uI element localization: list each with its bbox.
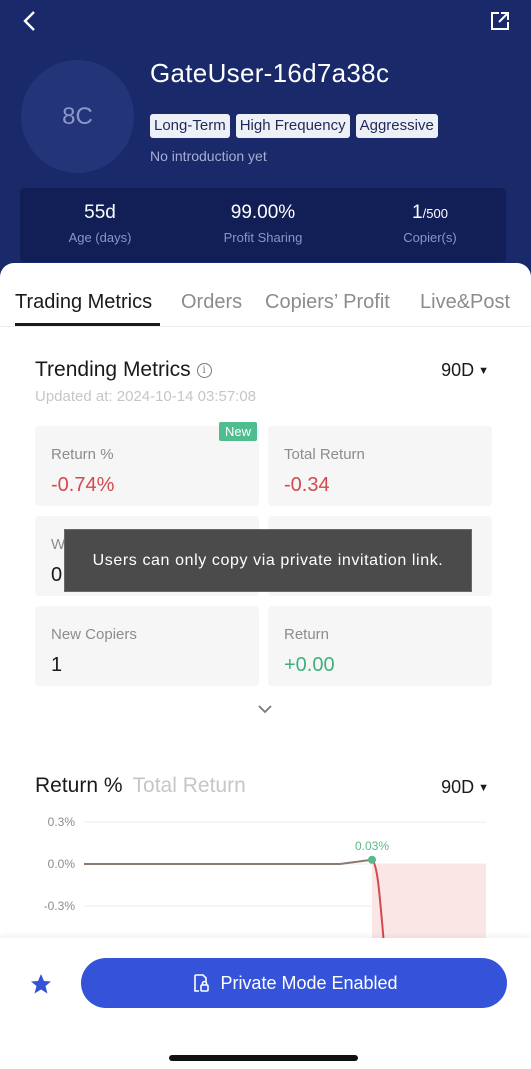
trending-metrics-heading: Trending Metrics i bbox=[35, 358, 212, 382]
private-mode-button[interactable]: Private Mode Enabled bbox=[81, 958, 507, 1008]
caret-down-icon: ▼ bbox=[478, 781, 489, 794]
tab-copiers-profit[interactable]: Copiers’ Profit bbox=[265, 291, 390, 314]
trending-metrics-title: Trending Metrics bbox=[35, 358, 191, 381]
chart-tab-return-pct[interactable]: Return % bbox=[35, 774, 123, 798]
back-icon[interactable] bbox=[14, 6, 44, 36]
stat-copiers-value: 1/500 bbox=[412, 202, 448, 223]
tab-live-post[interactable]: Live&Post bbox=[420, 291, 510, 314]
chart-tab-bar: Return % Total Return bbox=[35, 774, 246, 798]
username: GateUser-16d7a38c bbox=[150, 58, 390, 88]
tag-high-frequency: High Frequency bbox=[235, 114, 350, 138]
chart-period-selector[interactable]: 90D ▼ bbox=[441, 777, 489, 798]
document-lock-icon bbox=[194, 974, 210, 992]
tag-long-term: Long-Term bbox=[150, 114, 230, 138]
metrics-period-value: 90D bbox=[441, 360, 475, 380]
metric-value: +0.00 bbox=[284, 654, 335, 676]
active-tab-indicator bbox=[15, 323, 160, 326]
home-indicator bbox=[169, 1055, 358, 1061]
info-icon[interactable]: i bbox=[196, 362, 212, 378]
stat-profit-sharing-label: Profit Sharing bbox=[223, 230, 303, 245]
metric-label: New Copiers bbox=[51, 626, 137, 643]
chart-tab-total-return[interactable]: Total Return bbox=[133, 774, 246, 798]
metric-card-return: Return +0.00 bbox=[268, 606, 492, 686]
stat-age-value: 55d bbox=[84, 202, 116, 223]
metric-card-total-return: Total Return -0.34 bbox=[268, 426, 492, 506]
stat-copiers-label: Copier(s) bbox=[403, 230, 457, 245]
updated-timestamp: Updated at: 2024-10-14 03:57:08 bbox=[35, 388, 257, 405]
caret-down-icon: ▼ bbox=[478, 364, 489, 377]
stat-copiers: 1/500 Copier(s) bbox=[350, 202, 510, 245]
tab-bar: Trading Metrics Orders Copiers’ Profit L… bbox=[0, 263, 531, 327]
stat-profit-sharing: 99.00% Profit Sharing bbox=[183, 202, 343, 245]
tab-trading-metrics[interactable]: Trading Metrics bbox=[15, 291, 152, 314]
chart-y-tick-label: 0.0% bbox=[48, 857, 76, 871]
tag-list: Long-Term High Frequency Aggressive bbox=[150, 114, 438, 138]
chart-area-fill bbox=[372, 864, 486, 938]
chart-y-tick-label: 0.3% bbox=[48, 815, 76, 829]
profile-header: 8C GateUser-16d7a38c Long-Term High Freq… bbox=[0, 0, 531, 290]
stat-age: 55d Age (days) bbox=[20, 202, 180, 245]
metric-label: Total Return bbox=[284, 446, 365, 463]
new-badge: New bbox=[219, 422, 258, 441]
private-invite-toast: Users can only copy via private invitati… bbox=[64, 529, 472, 592]
metrics-period-selector[interactable]: 90D ▼ bbox=[441, 360, 489, 381]
metric-value: 1 bbox=[51, 654, 63, 676]
chart-y-tick-label: -0.3% bbox=[44, 899, 76, 913]
chevron-down-icon[interactable] bbox=[255, 700, 275, 718]
stat-profit-sharing-value: 99.00% bbox=[230, 202, 296, 223]
return-chart-svg: 0.3% 0.0% -0.3% 0.03% bbox=[44, 815, 486, 938]
metric-value: -0.34 bbox=[284, 474, 330, 496]
introduction-text: No introduction yet bbox=[150, 148, 267, 164]
chart-period-value: 90D bbox=[441, 777, 475, 797]
stat-age-label: Age (days) bbox=[68, 230, 132, 245]
metric-value: -0.74% bbox=[51, 474, 115, 496]
avatar: 8C bbox=[21, 60, 134, 173]
metric-value: 0 bbox=[51, 564, 63, 586]
tag-aggressive: Aggressive bbox=[355, 114, 438, 138]
chart-peak-label: 0.03% bbox=[355, 839, 389, 853]
stats-panel: 55d Age (days) 99.00% Profit Sharing 1/5… bbox=[20, 188, 506, 262]
metric-label: Return bbox=[284, 626, 330, 643]
tab-orders[interactable]: Orders bbox=[181, 291, 242, 314]
private-mode-label: Private Mode Enabled bbox=[220, 972, 398, 993]
chart-series-line bbox=[84, 858, 373, 865]
share-icon[interactable] bbox=[487, 8, 513, 34]
chart-peak-point bbox=[368, 855, 376, 864]
return-chart: 0.3% 0.0% -0.3% 0.03% bbox=[0, 810, 531, 938]
star-icon[interactable] bbox=[28, 971, 54, 997]
metric-card-new-copiers: New Copiers 1 bbox=[35, 606, 259, 686]
metric-label: Return % bbox=[51, 446, 114, 463]
